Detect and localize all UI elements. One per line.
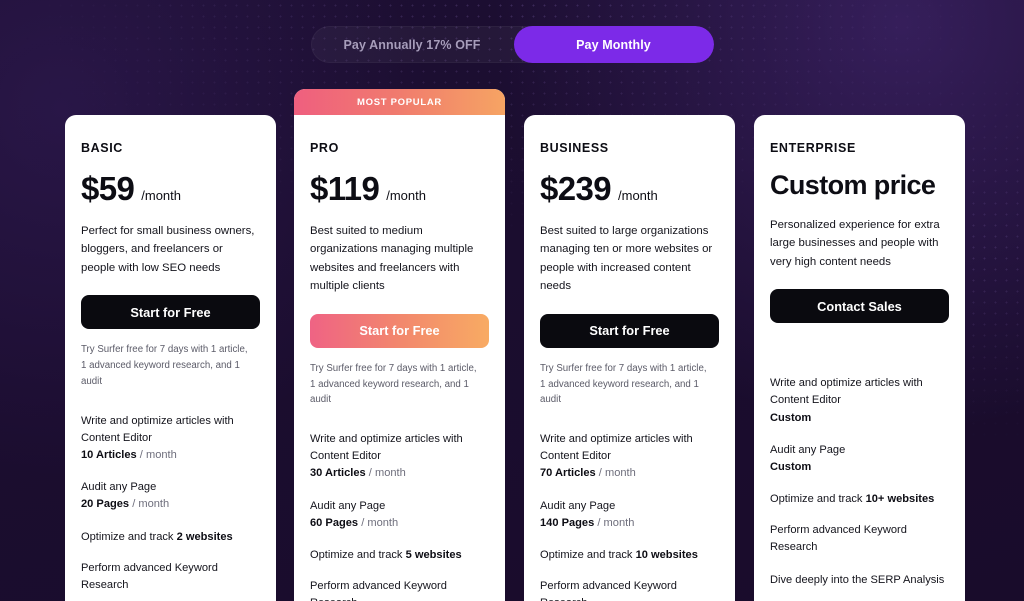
- feature-list-business: Write and optimize articles with Content…: [540, 431, 719, 601]
- feature-keyword-business: Perform advanced Keyword Research: [540, 580, 677, 601]
- feature-label-optimize: Optimize and track: [81, 530, 177, 543]
- feature-label-audit: Audit any Page: [770, 443, 846, 456]
- fineprint-enterprise: [770, 336, 942, 352]
- card-body-basic: BASIC $59 /month Perfect for small busin…: [65, 115, 276, 601]
- plan-price-basic: $59: [81, 170, 135, 207]
- feature-audit-enterprise: Audit any Page Custom: [770, 442, 949, 476]
- feature-content-editor-pro: Write and optimize articles with Content…: [310, 431, 489, 483]
- plan-price-business: $239: [540, 170, 612, 207]
- feature-keyword-pro: Perform advanced Keyword Research: [310, 580, 447, 601]
- feature-list-enterprise: Write and optimize articles with Content…: [770, 375, 949, 601]
- feature-audit-basic: Audit any Page 20 Pages / month: [81, 479, 260, 513]
- feature-content-editor-enterprise: Write and optimize articles with Content…: [770, 375, 949, 427]
- feature-label-audit: Audit any Page: [81, 481, 157, 494]
- fineprint-basic: Try Surfer free for 7 days with 1 articl…: [81, 344, 248, 387]
- feature-value-websites-basic: 2 websites: [176, 530, 233, 543]
- feature-suffix-pages-pro: / month: [358, 516, 399, 529]
- feature-optimize-business: Optimize and track 10 websites: [540, 547, 719, 564]
- price-row-pro: $119 /month: [310, 172, 489, 205]
- plan-description-basic: Perfect for small business owners, blogg…: [81, 225, 255, 274]
- feature-value-articles-basic: 10 Articles: [81, 448, 137, 461]
- feature-suffix-articles-pro: / month: [365, 467, 406, 480]
- feature-label-editor: Write and optimize articles with Content…: [81, 414, 234, 444]
- feature-value-pages-pro: 60 Pages: [310, 516, 359, 529]
- feature-value-websites-pro: 5 websites: [405, 548, 462, 561]
- feature-value-pages-business: 140 Pages: [540, 516, 595, 529]
- pricing-card-basic: BASIC $59 /month Perfect for small busin…: [65, 115, 276, 601]
- most-popular-badge: MOST POPULAR: [294, 89, 505, 115]
- feature-value-articles-enterprise: Custom: [770, 411, 812, 424]
- feature-label-editor: Write and optimize articles with Content…: [310, 433, 463, 463]
- plan-price-enterprise: Custom price: [770, 170, 936, 200]
- price-row-basic: $59 /month: [81, 172, 260, 205]
- pricing-card-business: BUSINESS $239 /month Best suited to larg…: [524, 115, 735, 601]
- card-body-enterprise: ENTERPRISE Custom price Personalized exp…: [754, 115, 965, 601]
- plan-name-business: BUSINESS: [540, 141, 609, 155]
- feature-list-pro: Write and optimize articles with Content…: [310, 431, 489, 601]
- plan-description-business: Best suited to large organizations manag…: [540, 225, 713, 293]
- feature-suffix-articles-business: / month: [595, 467, 636, 480]
- plan-description-enterprise: Personalized experience for extra large …: [770, 219, 940, 268]
- feature-label-audit: Audit any Page: [540, 499, 616, 512]
- feature-serp-enterprise: Dive deeply into the SERP Analysis: [770, 573, 945, 586]
- feature-audit-pro: Audit any Page 60 Pages / month: [310, 498, 489, 532]
- feature-suffix-pages-basic: / month: [129, 498, 170, 511]
- feature-keyword-basic: Perform advanced Keyword Research: [81, 561, 218, 591]
- plan-name-basic: BASIC: [81, 141, 123, 155]
- fineprint-pro: Try Surfer free for 7 days with 1 articl…: [310, 362, 477, 406]
- plan-period-pro: /month: [386, 188, 426, 203]
- feature-label-optimize: Optimize and track: [540, 548, 636, 561]
- fineprint-business: Try Surfer free for 7 days with 1 articl…: [540, 362, 707, 406]
- cta-button-business[interactable]: Start for Free: [540, 313, 719, 348]
- feature-label-optimize: Optimize and track: [770, 493, 866, 506]
- plan-period-business: /month: [618, 188, 658, 203]
- plan-description-pro: Best suited to medium organizations mana…: [310, 225, 474, 293]
- feature-optimize-pro: Optimize and track 5 websites: [310, 547, 489, 564]
- cta-button-basic[interactable]: Start for Free: [81, 295, 260, 330]
- cta-button-enterprise[interactable]: Contact Sales: [770, 289, 949, 324]
- plan-period-basic: /month: [141, 188, 182, 203]
- price-row-enterprise: Custom price: [770, 172, 949, 199]
- feature-suffix-articles-basic: / month: [136, 448, 177, 461]
- cta-button-pro[interactable]: Start for Free: [310, 313, 489, 348]
- plan-name-pro: PRO: [310, 141, 339, 155]
- feature-value-pages-enterprise: Custom: [770, 460, 812, 473]
- feature-label-optimize: Optimize and track: [310, 548, 406, 561]
- feature-optimize-basic: Optimize and track 2 websites: [81, 529, 260, 546]
- card-body-pro: PRO $119 /month Best suited to medium or…: [294, 115, 505, 601]
- pricing-card-enterprise: ENTERPRISE Custom price Personalized exp…: [754, 115, 965, 601]
- feature-label-editor: Write and optimize articles with Content…: [770, 377, 923, 407]
- price-row-business: $239 /month: [540, 172, 719, 205]
- feature-value-articles-business: 70 Articles: [540, 467, 596, 480]
- feature-content-editor-business: Write and optimize articles with Content…: [540, 431, 719, 483]
- feature-value-articles-pro: 30 Articles: [310, 467, 366, 480]
- feature-value-websites-business: 10 websites: [635, 548, 698, 561]
- feature-keyword-enterprise: Perform advanced Keyword Research: [770, 524, 907, 554]
- feature-value-websites-enterprise: 10+ websites: [865, 493, 935, 506]
- feature-suffix-pages-business: / month: [594, 516, 635, 529]
- plan-name-enterprise: ENTERPRISE: [770, 141, 856, 155]
- feature-list-basic: Write and optimize articles with Content…: [81, 413, 260, 601]
- pricing-card-pro: MOST POPULAR PRO $119 /month Best suited…: [294, 89, 505, 601]
- plan-price-pro: $119: [310, 170, 380, 207]
- feature-label-editor: Write and optimize articles with Content…: [540, 433, 693, 463]
- feature-label-audit: Audit any Page: [310, 499, 386, 512]
- feature-optimize-enterprise: Optimize and track 10+ websites: [770, 491, 949, 508]
- card-body-business: BUSINESS $239 /month Best suited to larg…: [524, 115, 735, 601]
- feature-content-editor-basic: Write and optimize articles with Content…: [81, 413, 260, 465]
- feature-audit-business: Audit any Page 140 Pages / month: [540, 498, 719, 532]
- feature-value-pages-basic: 20 Pages: [81, 498, 130, 511]
- pricing-cards: BASIC $59 /month Perfect for small busin…: [0, 0, 1024, 601]
